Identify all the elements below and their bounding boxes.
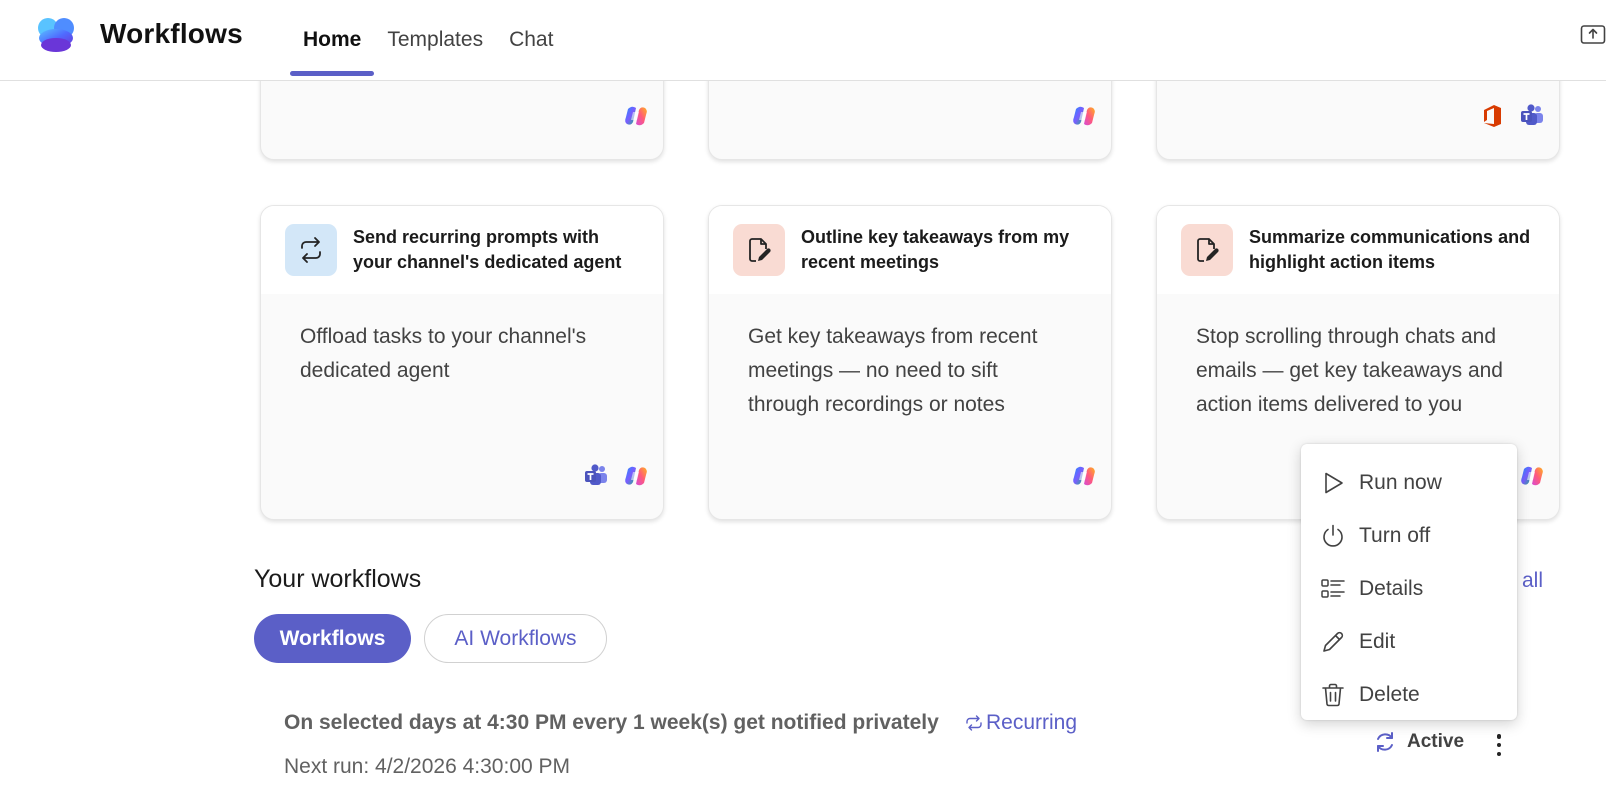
card-title: Summarize communications and highlight a… bbox=[1249, 227, 1531, 272]
share-icon[interactable] bbox=[1580, 22, 1606, 46]
document-edit-icon bbox=[1181, 224, 1233, 276]
recurring-badge: Recurring bbox=[964, 711, 1077, 735]
card-description: Get key takeaways from recent meetings —… bbox=[748, 325, 1038, 416]
card-brand-icons bbox=[583, 463, 649, 489]
power-icon bbox=[1319, 522, 1347, 550]
workflow-context-menu: Run now Turn off Details Edit Delete bbox=[1301, 444, 1517, 720]
trash-icon bbox=[1319, 681, 1347, 709]
copilot-icon bbox=[1071, 463, 1097, 489]
tab-templates[interactable]: Templates bbox=[374, 0, 496, 80]
card-header: Summarize communications and highlight a… bbox=[1157, 206, 1559, 294]
menu-item-turn-off[interactable]: Turn off bbox=[1301, 509, 1517, 562]
card-brand-icons bbox=[1071, 463, 1097, 489]
menu-item-label: Run now bbox=[1359, 470, 1442, 494]
tab-chat[interactable]: Chat bbox=[496, 0, 566, 80]
card-brand-icons bbox=[1519, 463, 1545, 489]
filter-ai-workflows-pill[interactable]: AI Workflows bbox=[424, 614, 607, 663]
card-title: Send recurring prompts with your channel… bbox=[353, 227, 622, 272]
teams-icon bbox=[583, 463, 609, 489]
repeat-icon bbox=[285, 224, 337, 276]
details-list-icon bbox=[1319, 575, 1347, 603]
menu-item-label: Details bbox=[1359, 576, 1424, 600]
card-brand-icons bbox=[1071, 103, 1097, 129]
copilot-icon bbox=[623, 463, 649, 489]
document-edit-icon bbox=[733, 224, 785, 276]
workflow-status: Active bbox=[1373, 730, 1464, 754]
menu-item-details[interactable]: Details bbox=[1301, 562, 1517, 615]
play-icon bbox=[1319, 469, 1347, 497]
app-title: Workflows bbox=[100, 18, 243, 49]
menu-item-edit[interactable]: Edit bbox=[1301, 615, 1517, 668]
menu-item-run-now[interactable]: Run now bbox=[1301, 456, 1517, 509]
main-nav: Home Templates Chat bbox=[290, 0, 566, 80]
recurring-label: Recurring bbox=[986, 711, 1078, 734]
sync-icon bbox=[1377, 732, 1393, 752]
copilot-icon bbox=[623, 103, 649, 129]
card-brand-icons bbox=[623, 103, 649, 129]
card-description: Stop scrolling through chats and emails … bbox=[1196, 325, 1503, 416]
workflow-next-run: Next run: 4/2/2026 4:30:00 PM bbox=[284, 755, 571, 778]
more-dot bbox=[1496, 742, 1502, 748]
more-dot bbox=[1496, 751, 1502, 756]
menu-item-delete[interactable]: Delete bbox=[1301, 668, 1517, 721]
teams-icon bbox=[1519, 103, 1545, 129]
see-all-link[interactable]: all bbox=[1522, 569, 1543, 593]
office-icon bbox=[1479, 103, 1505, 129]
card-title: Outline key takeaways from my recent mee… bbox=[801, 227, 1070, 272]
workflow-title[interactable]: On selected days at 4:30 PM every 1 week… bbox=[284, 711, 939, 735]
card-brand-icons bbox=[1479, 103, 1545, 129]
section-title: Your workflows bbox=[254, 565, 422, 593]
menu-item-label: Edit bbox=[1359, 629, 1396, 653]
pencil-icon bbox=[1319, 628, 1347, 656]
copilot-icon bbox=[1071, 103, 1097, 129]
status-label: Active bbox=[1407, 731, 1465, 752]
more-options-button[interactable] bbox=[1488, 731, 1510, 759]
more-dot bbox=[1496, 734, 1502, 739]
menu-item-label: Turn off bbox=[1359, 523, 1431, 547]
template-card-recurring-prompts[interactable]: Send recurring prompts with your channel… bbox=[260, 205, 664, 520]
workflows-logo-icon bbox=[38, 18, 74, 52]
tab-home[interactable]: Home bbox=[290, 0, 375, 80]
filter-workflows-pill[interactable]: Workflows bbox=[254, 614, 411, 663]
copilot-icon bbox=[1519, 463, 1545, 489]
card-header: Outline key takeaways from my recent mee… bbox=[709, 206, 1111, 294]
recurring-icon bbox=[966, 715, 982, 731]
card-header: Send recurring prompts with your channel… bbox=[261, 206, 663, 294]
app-header: Workflows Home Templates Chat bbox=[0, 0, 1606, 81]
template-card-meeting-takeaways[interactable]: Outline key takeaways from my recent mee… bbox=[708, 205, 1112, 520]
menu-item-label: Delete bbox=[1359, 682, 1420, 706]
card-description: Offload tasks to your channel's dedicate… bbox=[300, 325, 587, 382]
